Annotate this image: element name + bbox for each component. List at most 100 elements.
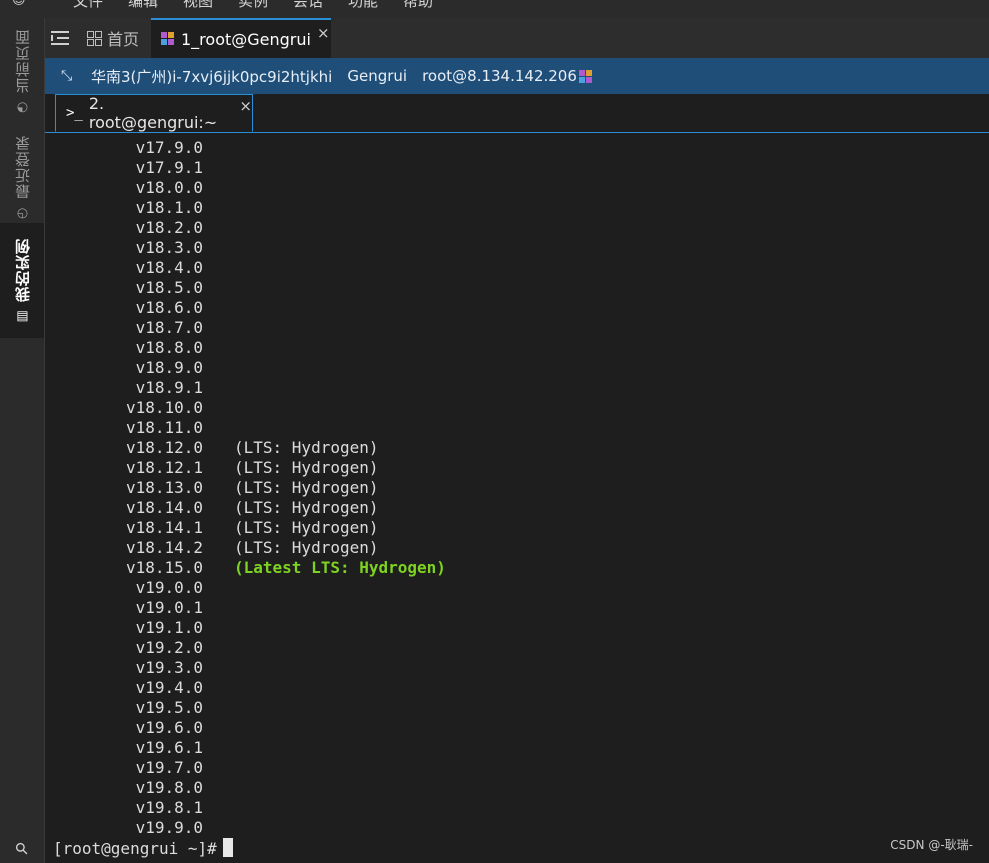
menu-view[interactable]: 视图: [183, 0, 213, 11]
terminal-line: v19.7.0: [53, 758, 446, 778]
version-text: v19.9.0: [135, 818, 203, 837]
terminal-line: v18.13.0 (LTS: Hydrogen): [53, 478, 446, 498]
terminal-line: v18.14.1 (LTS: Hydrogen): [53, 518, 446, 538]
terminal-line: v19.4.0: [53, 678, 446, 698]
version-text: v18.15.0: [125, 558, 203, 577]
menu-file[interactable]: 文件: [73, 0, 103, 11]
version-text: v18.7.0: [135, 318, 203, 337]
terminal-line: v19.8.1: [53, 798, 446, 818]
version-text: v19.8.0: [135, 778, 203, 797]
expand-icon[interactable]: ⤡: [61, 68, 77, 84]
left-sidebar: ◔ 当前页面 ◷ 最近登录 ▤ 我的实例 ⚲: [0, 18, 45, 863]
version-text: v18.1.0: [135, 198, 203, 217]
terminal-line: v18.12.0 (LTS: Hydrogen): [53, 438, 446, 458]
puzzle-icon: [578, 69, 592, 83]
puzzle-icon: [161, 32, 175, 46]
sidebar-tab-recent-logins[interactable]: ◷ 最近登录: [0, 128, 44, 228]
terminal-line: v19.5.0: [53, 698, 446, 718]
version-text: v18.2.0: [135, 218, 203, 237]
version-text: v18.5.0: [135, 278, 203, 297]
sidebar-tab-label: 当前页面: [13, 29, 32, 93]
lts-label: (LTS: Hydrogen): [234, 438, 379, 457]
sidebar-tab-my-instances[interactable]: ▤ 我的实例: [0, 223, 44, 338]
version-text: v19.5.0: [135, 698, 203, 717]
terminal-tab[interactable]: >_ 2. root@gengrui:~ ×: [55, 94, 253, 132]
version-text: v18.0.0: [135, 178, 203, 197]
instance-hostname: Gengrui: [347, 67, 408, 85]
menu-toggle-icon[interactable]: [51, 29, 69, 47]
terminal-line: v18.0.0: [53, 178, 446, 198]
version-text: v18.4.0: [135, 258, 203, 277]
version-text: v18.3.0: [135, 238, 203, 257]
version-text: v18.6.0: [135, 298, 203, 317]
version-text: v18.12.1: [125, 458, 203, 477]
version-text: v19.4.0: [135, 678, 203, 697]
tab-bar: 首页 1_root@Gengrui ×: [45, 18, 989, 58]
shell-prompt-line[interactable]: [root@gengrui ~]#: [53, 838, 446, 858]
version-text: v18.13.0: [125, 478, 203, 497]
lts-label: (LTS: Hydrogen): [234, 538, 379, 557]
menu-help[interactable]: 帮助: [403, 0, 433, 11]
terminal-tab-bar: >_ 2. root@gengrui:~ ×: [45, 94, 989, 133]
lts-label: (LTS: Hydrogen): [234, 498, 379, 517]
terminal-line: v18.2.0: [53, 218, 446, 238]
terminal-tab-label: 2. root@gengrui:~: [88, 94, 218, 132]
terminal-prompt-icon: >_: [66, 105, 83, 121]
menu-features[interactable]: 功能: [348, 0, 378, 11]
history-icon: ◷: [14, 205, 30, 221]
sidebar-tab-label: 最近登录: [13, 135, 32, 199]
version-text: v18.8.0: [135, 338, 203, 357]
terminal-line: v19.1.0: [53, 618, 446, 638]
terminal-line: v19.6.1: [53, 738, 446, 758]
session-info-bar: ⤡ 华南3(广州)i-7xvj6jjk0pc9i2htjkhi Gengrui …: [45, 58, 989, 94]
terminal-line: v18.5.0: [53, 278, 446, 298]
grid-icon: [87, 31, 102, 46]
version-text: v19.2.0: [135, 638, 203, 657]
terminal-output[interactable]: v17.9.0 v17.9.1 v18.0.0 v18.1.0 v18.2.0 v18.3…: [45, 133, 989, 863]
pin-icon[interactable]: ⚲: [9, 836, 34, 861]
clock-icon: ◔: [14, 99, 30, 115]
sidebar-tab-current-page[interactable]: ◔ 当前页面: [0, 22, 44, 122]
tab-home-label: 首页: [107, 30, 140, 49]
version-text: v18.14.2: [125, 538, 203, 557]
terminal-line: v18.6.0: [53, 298, 446, 318]
terminal-line: v18.11.0: [53, 418, 446, 438]
terminal-line: v18.3.0: [53, 238, 446, 258]
app-logo-icon: ☺: [12, 0, 26, 8]
version-text: v19.3.0: [135, 658, 203, 677]
menu-session[interactable]: 会话: [293, 0, 323, 11]
menu-edit[interactable]: 编辑: [128, 0, 158, 11]
version-text: v18.14.0: [125, 498, 203, 517]
lts-label: (LTS: Hydrogen): [234, 458, 379, 477]
tab-session[interactable]: 1_root@Gengrui ×: [151, 18, 331, 58]
terminal-line: v18.14.2 (LTS: Hydrogen): [53, 538, 446, 558]
version-text: v19.6.0: [135, 718, 203, 737]
terminal-line: v18.9.0: [53, 358, 446, 378]
version-text: v18.9.1: [135, 378, 203, 397]
terminal-line: v19.9.0: [53, 818, 446, 838]
menu-instance[interactable]: 实例: [238, 0, 268, 11]
terminal-line: v19.3.0: [53, 658, 446, 678]
terminal-line: v19.6.0: [53, 718, 446, 738]
terminal-line: v18.7.0: [53, 318, 446, 338]
terminal-line: v18.10.0: [53, 398, 446, 418]
sidebar-tab-label: 我的实例: [13, 237, 32, 302]
server-icon: ▤: [14, 307, 30, 324]
terminal-line: v19.2.0: [53, 638, 446, 658]
terminal-line: v18.9.1: [53, 378, 446, 398]
close-icon[interactable]: ×: [317, 24, 330, 42]
terminal-line: v18.14.0 (LTS: Hydrogen): [53, 498, 446, 518]
version-text: v19.0.0: [135, 578, 203, 597]
latest-lts-label: (Latest LTS: Hydrogen): [234, 558, 446, 577]
version-text: v17.9.0: [135, 138, 203, 157]
app-window: ☺ 文件 编辑 视图 实例 会话 功能 帮助 ◔ 当前页面 ◷ 最近登录 ▤ 我…: [0, 0, 989, 863]
version-text: v19.7.0: [135, 758, 203, 777]
lts-label: (LTS: Hydrogen): [234, 518, 379, 537]
tab-session-label: 1_root@Gengrui: [181, 29, 311, 49]
terminal-line: v17.9.1: [53, 158, 446, 178]
version-text: v19.8.1: [135, 798, 203, 817]
lts-label: (LTS: Hydrogen): [234, 478, 379, 497]
close-icon[interactable]: ×: [239, 97, 252, 115]
watermark: CSDN @-耿瑞-: [890, 838, 973, 852]
tab-home[interactable]: 首页: [87, 18, 139, 58]
